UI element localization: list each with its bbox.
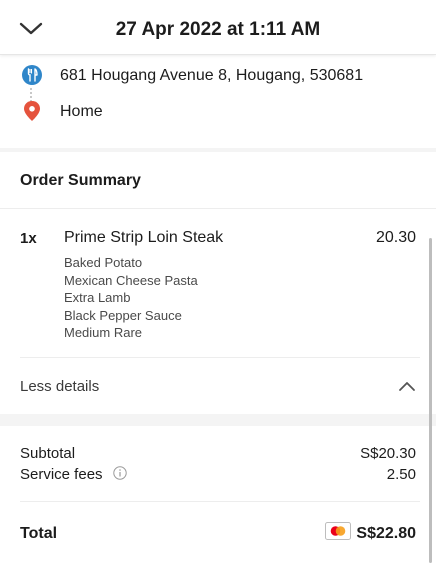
- info-icon[interactable]: [113, 466, 127, 480]
- service-fees-label: Service fees: [20, 466, 103, 483]
- totals-section: Subtotal S$20.30 Service fees 2.50 Total…: [0, 426, 436, 563]
- order-summary-title: Order Summary: [20, 172, 141, 189]
- location-section: 681 Hougang Avenue 8, Hougang, 530681 Ho…: [0, 54, 436, 148]
- restaurant-icon: [22, 65, 42, 85]
- item-price: 20.30: [375, 229, 416, 246]
- dropoff-location: Home: [0, 100, 436, 124]
- modifier: Medium Rare: [64, 325, 143, 340]
- subtotal-label: Subtotal: [20, 445, 76, 462]
- scrollbar[interactable]: [429, 238, 432, 563]
- divider: [20, 501, 420, 502]
- modifier: Extra Lamb: [64, 290, 131, 305]
- page-title: 27 Apr 2022 at 1:11 AM: [115, 19, 321, 40]
- subtotal-value: S$20.30: [360, 445, 416, 462]
- divider: [0, 208, 436, 209]
- modifier: Baked Potato: [64, 255, 143, 270]
- order-summary-card: Order Summary 1x Prime Strip Loin Steak …: [0, 152, 436, 414]
- pickup-address: 681 Hougang Avenue 8, Hougang, 530681: [60, 67, 364, 84]
- modifier: Black Pepper Sauce: [64, 307, 182, 323]
- location-pin-icon: [24, 101, 40, 121]
- chevron-up-icon: [399, 382, 415, 391]
- total-value: S$22.80: [356, 525, 416, 542]
- item-modifiers: Baked Potato Mexican Cheese Pasta Extra …: [64, 254, 198, 342]
- total-label: Total: [20, 525, 58, 542]
- less-details-label: Less details: [20, 378, 100, 395]
- modifier: Mexican Cheese Pasta: [64, 272, 198, 288]
- item-quantity: 1x: [20, 230, 37, 247]
- item-name: Prime Strip Loin Steak: [64, 229, 224, 246]
- less-details-toggle[interactable]: Less details: [0, 358, 436, 414]
- dropoff-label: Home: [60, 103, 103, 120]
- service-fees-value: 2.50: [386, 466, 416, 483]
- pickup-location: 681 Hougang Avenue 8, Hougang, 530681: [0, 64, 436, 88]
- header-bar: 27 Apr 2022 at 1:11 AM: [0, 0, 436, 55]
- mastercard-icon: [325, 522, 351, 540]
